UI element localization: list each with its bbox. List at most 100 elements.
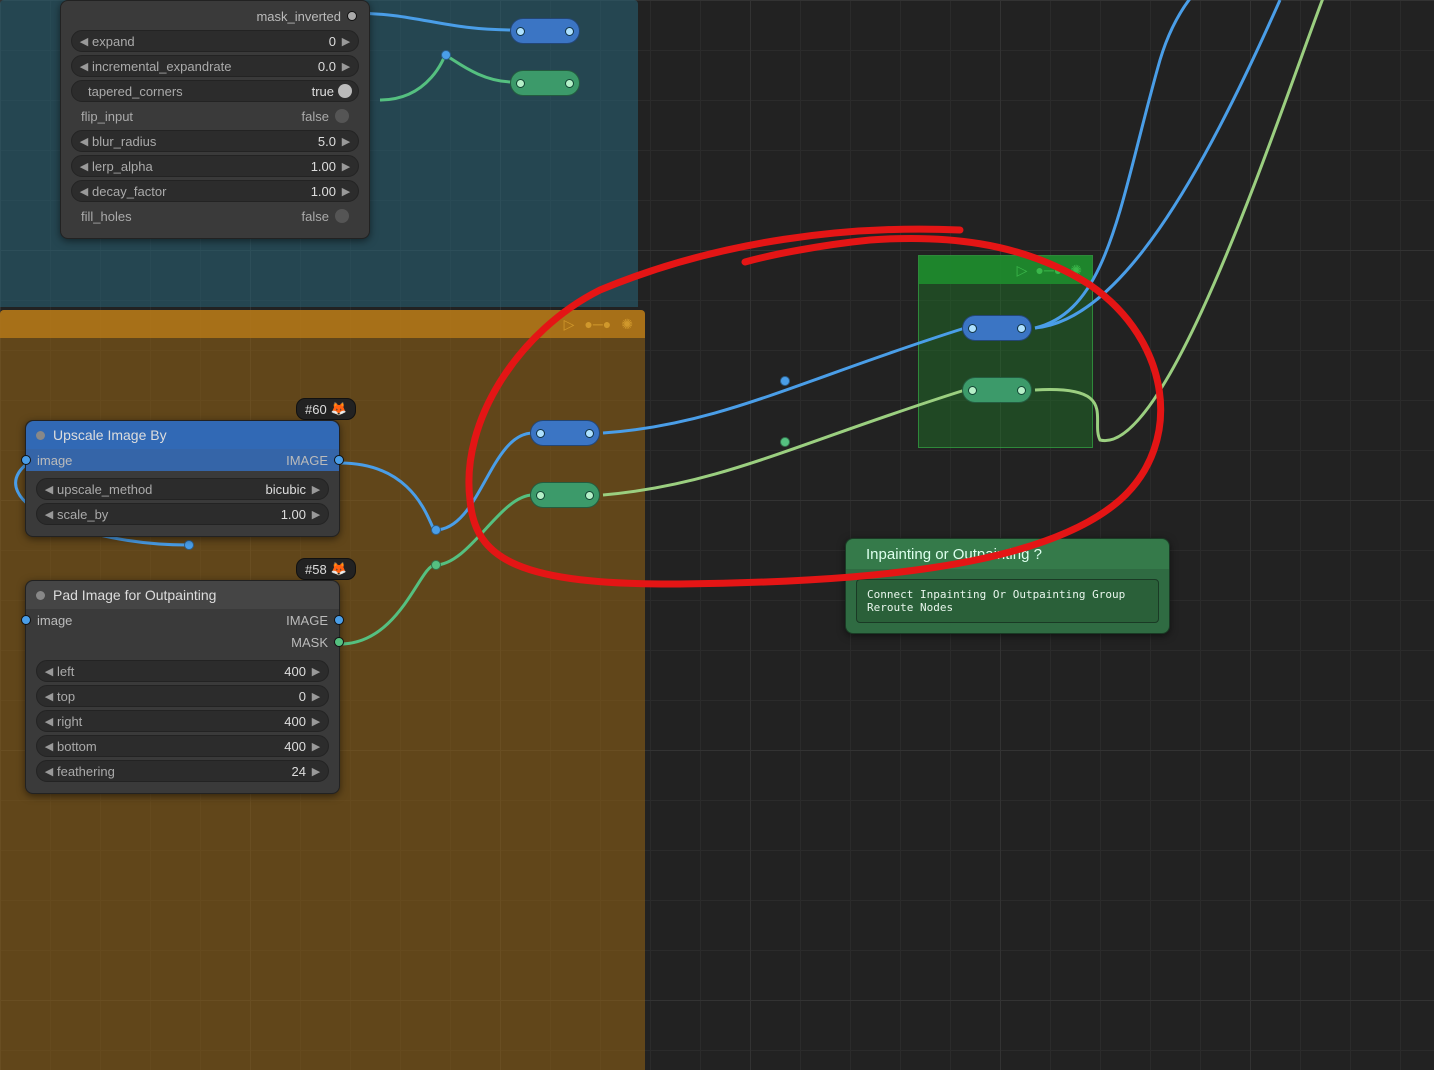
- output-port[interactable]: [585, 429, 594, 438]
- input-port[interactable]: [968, 324, 977, 333]
- node-pad-image-for-outpainting[interactable]: Pad Image for Outpainting image IMAGE MA…: [25, 580, 340, 794]
- node-inpainting-or-outpainting[interactable]: Inpainting or Outpainting ? Connect Inpa…: [845, 538, 1170, 634]
- node-title: Pad Image for Outpainting: [53, 587, 216, 603]
- output-port-mask[interactable]: [334, 637, 344, 647]
- widget-flip-input[interactable]: flip_input false: [71, 105, 359, 127]
- widget-expand[interactable]: ◀ expand 0 ▶: [71, 30, 359, 52]
- arrow-left-icon[interactable]: ◀: [43, 765, 55, 778]
- arrow-right-icon[interactable]: ▶: [340, 60, 352, 73]
- reroute-node-image[interactable]: [962, 315, 1032, 341]
- queue-tag: #58🦊: [296, 558, 356, 580]
- node-upscale-image-by[interactable]: Upscale Image By image IMAGE ◀ upscale_m…: [25, 420, 340, 537]
- input-port[interactable]: [968, 386, 977, 395]
- toggle-icon[interactable]: [335, 109, 349, 123]
- widget-incremental-expandrate[interactable]: ◀ incremental_expandrate 0.0 ▶: [71, 55, 359, 77]
- arrow-right-icon[interactable]: ▶: [340, 35, 352, 48]
- input-port[interactable]: [536, 491, 545, 500]
- queue-tag: #60🦊: [296, 398, 356, 420]
- arrow-right-icon[interactable]: ▶: [310, 508, 322, 521]
- reroute-node-image[interactable]: [510, 18, 580, 44]
- widget-bottom[interactable]: ◀ bottom 400 ▶: [36, 735, 329, 757]
- wire-dot: [431, 560, 441, 570]
- widget-fill-holes[interactable]: fill_holes false: [71, 205, 359, 227]
- input-label: image: [37, 453, 72, 468]
- input-port[interactable]: [516, 27, 525, 36]
- node-header[interactable]: Upscale Image By: [26, 421, 339, 449]
- wire-dot: [780, 437, 790, 447]
- input-port-image[interactable]: [21, 455, 31, 465]
- reroute-node-mask[interactable]: [530, 482, 600, 508]
- widget-scale-by[interactable]: ◀ scale_by 1.00 ▶: [36, 503, 329, 525]
- node-mask-properties[interactable]: mask_inverted ◀ expand 0 ▶ ◀ incremental…: [60, 0, 370, 239]
- arrow-left-icon[interactable]: ◀: [78, 185, 90, 198]
- output-port-image[interactable]: [334, 615, 344, 625]
- arrow-left-icon[interactable]: ◀: [78, 35, 90, 48]
- dots-icon[interactable]: ●─●: [1035, 262, 1062, 278]
- arrow-right-icon[interactable]: ▶: [310, 665, 322, 678]
- reroute-node-mask[interactable]: [962, 377, 1032, 403]
- output-label: MASK: [291, 635, 328, 650]
- arrow-left-icon[interactable]: ◀: [43, 690, 55, 703]
- group-green[interactable]: ▷ ●─● ✺: [918, 255, 1093, 448]
- widget-tapered-corners[interactable]: tapered_corners true: [71, 80, 359, 102]
- widget-left[interactable]: ◀ left 400 ▶: [36, 660, 329, 682]
- play-icon[interactable]: ▷: [1017, 262, 1028, 279]
- arrow-left-icon[interactable]: ◀: [78, 60, 90, 73]
- play-icon[interactable]: ▷: [564, 316, 575, 333]
- reroute-node-image[interactable]: [530, 420, 600, 446]
- output-port-image[interactable]: [334, 455, 344, 465]
- output-label: IMAGE: [286, 613, 328, 628]
- arrow-left-icon[interactable]: ◀: [78, 135, 90, 148]
- arrow-left-icon[interactable]: ◀: [43, 665, 55, 678]
- arrow-left-icon[interactable]: ◀: [43, 508, 55, 521]
- widget-top[interactable]: ◀ top 0 ▶: [36, 685, 329, 707]
- arrow-left-icon[interactable]: ◀: [43, 483, 55, 496]
- group-green-header[interactable]: ▷ ●─● ✺: [919, 256, 1092, 284]
- dots-icon[interactable]: ●─●: [584, 316, 611, 332]
- collapse-icon[interactable]: [36, 591, 45, 600]
- gear-icon[interactable]: ✺: [621, 316, 633, 333]
- arrow-right-icon[interactable]: ▶: [340, 185, 352, 198]
- arrow-right-icon[interactable]: ▶: [310, 765, 322, 778]
- widget-upscale-method[interactable]: ◀ upscale_method bicubic ▶: [36, 478, 329, 500]
- output-port[interactable]: [565, 27, 574, 36]
- node-header[interactable]: Pad Image for Outpainting: [26, 581, 339, 609]
- toggle-icon[interactable]: [335, 209, 349, 223]
- widget-right[interactable]: ◀ right 400 ▶: [36, 710, 329, 732]
- widget-decay-factor[interactable]: ◀ decay_factor 1.00 ▶: [71, 180, 359, 202]
- output-label: IMAGE: [286, 453, 328, 468]
- arrow-right-icon[interactable]: ▶: [340, 135, 352, 148]
- wire-dot: [184, 540, 194, 550]
- arrow-right-icon[interactable]: ▶: [310, 483, 322, 496]
- arrow-right-icon[interactable]: ▶: [310, 715, 322, 728]
- output-port[interactable]: [347, 11, 357, 21]
- input-port-image[interactable]: [21, 615, 31, 625]
- wire-dot: [441, 50, 451, 60]
- widget-blur-radius[interactable]: ◀ blur_radius 5.0 ▶: [71, 130, 359, 152]
- collapse-icon[interactable]: [36, 431, 45, 440]
- output-port[interactable]: [565, 79, 574, 88]
- arrow-right-icon[interactable]: ▶: [340, 160, 352, 173]
- toggle-icon[interactable]: [338, 84, 352, 98]
- output-port[interactable]: [585, 491, 594, 500]
- arrow-left-icon[interactable]: ◀: [43, 715, 55, 728]
- output-port[interactable]: [1017, 386, 1026, 395]
- arrow-left-icon[interactable]: ◀: [43, 740, 55, 753]
- input-port[interactable]: [516, 79, 525, 88]
- group-orange-header[interactable]: ▷ ●─● ✺: [0, 310, 645, 338]
- arrow-right-icon[interactable]: ▶: [310, 690, 322, 703]
- note-text: Connect Inpainting Or Outpainting Group …: [856, 579, 1159, 623]
- output-port[interactable]: [1017, 324, 1026, 333]
- arrow-left-icon[interactable]: ◀: [78, 160, 90, 173]
- output-label: mask_inverted: [256, 9, 341, 24]
- gear-icon[interactable]: ✺: [1070, 262, 1082, 279]
- widget-lerp-alpha[interactable]: ◀ lerp_alpha 1.00 ▶: [71, 155, 359, 177]
- node-header[interactable]: Inpainting or Outpainting ?: [846, 539, 1169, 569]
- reroute-node-mask[interactable]: [510, 70, 580, 96]
- input-port[interactable]: [536, 429, 545, 438]
- widget-feathering[interactable]: ◀ feathering 24 ▶: [36, 760, 329, 782]
- arrow-right-icon[interactable]: ▶: [310, 740, 322, 753]
- wire-dot: [780, 376, 790, 386]
- fox-icon: 🦊: [331, 561, 347, 577]
- input-label: image: [37, 613, 72, 628]
